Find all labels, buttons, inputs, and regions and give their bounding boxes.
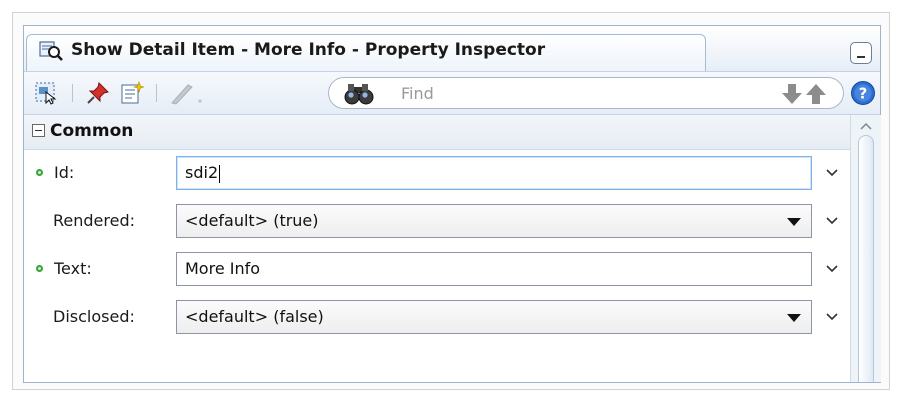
disclosed-value: <default> (false) [185,307,324,326]
dropdown-arrow-icon[interactable] [787,218,801,226]
svg-text:?: ? [859,85,868,103]
property-label: Disclosed: [53,307,135,326]
binoculars-icon[interactable] [343,83,377,105]
inspector-tab[interactable]: Show Detail Item - More Info - Property … [26,34,706,71]
required-indicator-icon [36,169,43,176]
find-bar [328,77,844,109]
disclosed-select[interactable]: <default> (false) [176,300,812,334]
scroll-up-icon[interactable] [859,121,873,131]
title-bar: Show Detail Item - More Info - Property … [24,26,880,72]
dropdown-arrow-icon[interactable] [787,314,801,322]
arrow-down-icon[interactable] [781,83,803,105]
pin-icon[interactable] [86,81,110,105]
property-row-rendered: Rendered: <default> (true) [24,198,850,246]
property-row-id: Id: sdi2 [24,150,850,198]
toolbar: ? [24,72,880,115]
section-header-common[interactable]: Common [24,115,850,150]
select-component-icon[interactable] [34,81,58,105]
find-input[interactable] [401,83,701,103]
minimize-button[interactable] [850,42,872,64]
id-value: sdi2 [185,163,219,182]
chevron-down-icon[interactable] [824,212,840,230]
text-caret [219,164,221,183]
arrow-up-icon[interactable] [805,83,827,105]
property-label: Id: [54,163,75,182]
id-field[interactable]: sdi2 [176,156,812,190]
property-panel: Common Id: sdi2 Rendered: <default> (tru… [24,115,881,382]
inspector-icon [39,41,63,61]
property-row-disclosed: Disclosed: <default> (false) [24,294,850,342]
section-title: Common [50,121,134,141]
property-label: Text: [54,259,92,278]
rendered-value: <default> (true) [185,211,319,230]
collapse-icon[interactable] [32,124,45,137]
chevron-down-icon[interactable] [824,260,840,278]
property-label: Rendered: [53,211,135,230]
pencil-icon[interactable] [168,81,208,105]
toolbar-separator [72,84,73,102]
scrollbar-thumb[interactable] [858,135,874,382]
toolbar-separator [156,84,157,102]
window-title: Show Detail Item - More Info - Property … [71,40,546,60]
text-field[interactable]: More Info [176,252,812,286]
chevron-down-icon[interactable] [824,164,840,182]
text-value: More Info [185,259,261,278]
vertical-scrollbar[interactable] [850,115,881,382]
rendered-select[interactable]: <default> (true) [176,204,812,238]
edit-properties-icon[interactable] [120,81,144,105]
help-icon[interactable]: ? [850,80,876,106]
required-indicator-icon [36,265,43,272]
chevron-down-icon[interactable] [824,308,840,326]
property-inspector-window: Show Detail Item - More Info - Property … [23,25,881,383]
property-row-text: Text: More Info [24,246,850,294]
screenshot-frame: Show Detail Item - More Info - Property … [12,12,890,390]
